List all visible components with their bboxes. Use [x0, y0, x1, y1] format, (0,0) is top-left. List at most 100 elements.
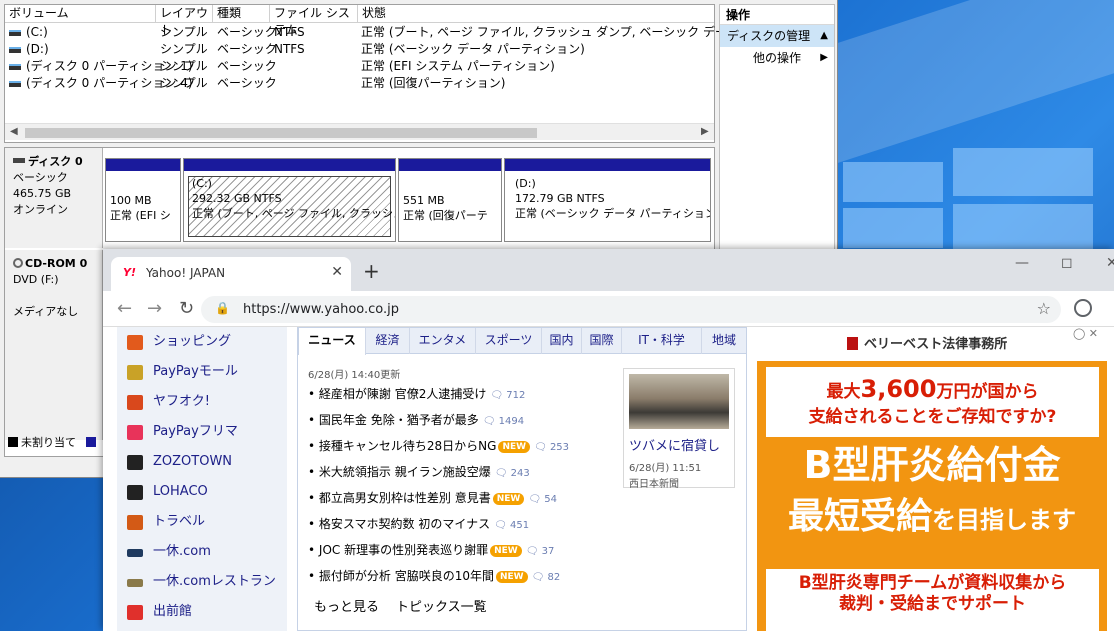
hammer-icon: [127, 395, 143, 410]
news-headline[interactable]: 振付師が分析 宮脇咲良の10年間: [319, 569, 494, 583]
bookmark-star-icon[interactable]: ☆: [1037, 299, 1051, 318]
close-icon[interactable]: ✕: [331, 264, 343, 280]
column-header-layout[interactable]: レイアウト: [156, 5, 213, 37]
back-icon[interactable]: ←: [117, 298, 132, 319]
news-headline[interactable]: 経産相が陳謝 官僚2人逮捕受け: [319, 387, 486, 401]
volume-list[interactable]: ボリューム レイアウト 種類 ファイル システム 状態 (C:) シンプル ベー…: [4, 4, 831, 143]
comment-count: 🗨 54: [528, 494, 557, 505]
news-panel: ニュース 経済 エンタメ スポーツ 国内 国際 IT・科学 地域 6/28(月)…: [297, 327, 747, 631]
service-yahuoku[interactable]: ヤフオク!: [117, 387, 287, 417]
column-header-filesystem[interactable]: ファイル システム: [270, 5, 358, 37]
table-row[interactable]: (ディスク 0 パーティション 4) シンプル ベーシック 正常 (回復パーティ…: [5, 75, 714, 92]
ad-text: 最大: [826, 382, 861, 402]
news-headline[interactable]: JOC 新理事の性別発表巡り謝罪: [319, 543, 488, 557]
disk-icon: [13, 158, 25, 163]
partition-c[interactable]: (C:) 292.32 GB NTFS 正常 (ブート, ページ ファイル, ク…: [183, 158, 396, 242]
disk-kind: ベーシック: [13, 171, 68, 184]
service-zozotown[interactable]: ZOZOTOWN: [117, 447, 287, 477]
ad-box-bottom: B型肝炎専門チームが資料収集から 裁判・受給までサポート: [766, 569, 1099, 631]
table-row[interactable]: (D:) シンプル ベーシック NTFS 正常 (ベーシック データ パーティシ…: [5, 41, 714, 58]
news-headline[interactable]: 国民年金 免除・猶予者が最多: [319, 413, 479, 427]
cdrom-label[interactable]: CD-ROM 0 DVD (F:) メディアなし: [5, 250, 103, 350]
tab-news[interactable]: ニュース: [298, 328, 366, 355]
tab-yahoo[interactable]: Y! Yahoo! JAPAN ✕: [111, 257, 351, 291]
news-item[interactable]: • 経産相が陳謝 官僚2人逮捕受け 🗨 712: [308, 385, 525, 403]
light-beam: [820, 0, 1114, 169]
collapse-up-icon[interactable]: ▲: [820, 25, 828, 47]
lock-icon[interactable]: 🔒: [215, 301, 230, 315]
comment-value: 712: [506, 390, 526, 401]
table-row[interactable]: (ディスク 0 パーティション 1) シンプル ベーシック 正常 (EFI シス…: [5, 58, 714, 75]
tab-domestic[interactable]: 国内: [542, 328, 582, 354]
service-list: ショッピング PayPayモール ヤフオク! PayPayフリマ ZOZOTOW…: [117, 327, 287, 631]
topics-list-link[interactable]: トピックス一覧: [396, 596, 487, 615]
partition-recovery[interactable]: 551 MB 正常 (回復パーテ: [398, 158, 502, 242]
news-headline[interactable]: 格安スマホ契約数 初のマイナス: [319, 517, 490, 531]
comment-count: 🗨 712: [490, 390, 526, 401]
horizontal-scrollbar[interactable]: ◀ ▶: [5, 123, 714, 140]
tab-international[interactable]: 国際: [582, 328, 622, 354]
service-paypayfurima[interactable]: PayPayフリマ: [117, 417, 287, 447]
tab-sports[interactable]: スポーツ: [476, 328, 542, 354]
ad-amount: 3,600: [860, 375, 937, 403]
column-header-type[interactable]: 種類: [213, 5, 270, 23]
minimize-icon[interactable]: —: [1015, 255, 1029, 271]
actions-pane: 操作 ディスクの管理 ▲ 他の操作 ▶: [719, 4, 835, 254]
maximize-icon[interactable]: ◻: [1061, 255, 1073, 271]
partition-efi[interactable]: 100 MB 正常 (EFI シ: [105, 158, 181, 242]
news-headline[interactable]: 米大統領指示 親イラン施設空爆: [319, 465, 491, 479]
tab-strip: Y! Yahoo! JAPAN ✕ + — ◻ ✕: [103, 249, 1114, 291]
news-item[interactable]: • 接種キャンセル待ち28日からNG NEW 🗨 253: [308, 437, 569, 455]
news-item[interactable]: • 国民年金 免除・猶予者が最多 🗨 1494: [308, 411, 524, 429]
column-header-status[interactable]: 状態: [358, 5, 714, 23]
address-bar[interactable]: 🔒 https://www.yahoo.co.jp ☆: [201, 296, 1061, 323]
service-demaekan[interactable]: 出前館: [117, 597, 287, 627]
news-item[interactable]: • 都立高男女別枠は性差別 意見書 NEW 🗨 54: [308, 489, 557, 507]
partition-status: 正常 (EFI シ: [110, 209, 171, 222]
service-paypaymall[interactable]: PayPayモール: [117, 357, 287, 387]
news-headline[interactable]: 都立高男女別枠は性差別 意見書: [319, 491, 491, 505]
topic-caption[interactable]: ツバメに宿貸し: [629, 435, 720, 454]
partition-bar: [106, 159, 180, 171]
reload-icon[interactable]: ↻: [179, 298, 194, 319]
service-shopping[interactable]: ショッピング: [117, 327, 287, 357]
tab-region[interactable]: 地域: [702, 328, 746, 354]
new-badge: NEW: [492, 493, 525, 505]
new-badge: NEW: [496, 571, 528, 583]
ad-choices-icon[interactable]: ◯ ✕: [1073, 327, 1098, 340]
scrollbar-thumb[interactable]: [25, 128, 537, 138]
tab-it-science[interactable]: IT・科学: [622, 328, 702, 354]
tab-title: Yahoo! JAPAN: [146, 266, 226, 280]
url-text[interactable]: https://www.yahoo.co.jp: [243, 302, 399, 317]
comment-count: 🗨 37: [525, 546, 555, 557]
more-link[interactable]: もっと見る: [314, 596, 379, 615]
service-travel[interactable]: トラベル: [117, 507, 287, 537]
action-other-operations[interactable]: 他の操作 ▶: [720, 47, 834, 69]
profile-icon[interactable]: [1074, 299, 1092, 317]
news-headline[interactable]: 接種キャンセル待ち28日からNG: [319, 439, 497, 453]
service-ikyu[interactable]: 一休.com: [117, 537, 287, 567]
news-item[interactable]: • JOC 新理事の性別発表巡り謝罪 NEW 🗨 37: [308, 541, 554, 559]
scroll-right-icon[interactable]: ▶: [701, 126, 709, 137]
tab-entertainment[interactable]: エンタメ: [410, 328, 476, 354]
window-close-icon[interactable]: ✕: [1106, 255, 1114, 271]
disk0-label[interactable]: ディスク 0 ベーシック 465.75 GB オンライン: [5, 148, 103, 248]
scroll-left-icon[interactable]: ◀: [10, 126, 18, 137]
advertisement[interactable]: ◯ ✕ ベリーベスト法律事務所 最大3,600万円が国から 支給されることをご存…: [757, 327, 1114, 631]
action-disk-management[interactable]: ディスクの管理 ▲: [720, 25, 834, 47]
topic-photo[interactable]: [629, 374, 729, 429]
forward-icon[interactable]: →: [147, 298, 162, 319]
column-header-volume[interactable]: ボリューム: [5, 5, 156, 23]
service-lohaco[interactable]: LOHACO: [117, 477, 287, 507]
new-tab-button[interactable]: +: [363, 259, 380, 283]
news-item[interactable]: • 振付師が分析 宮脇咲良の10年間 NEW 🗨 82: [308, 567, 560, 585]
news-item[interactable]: • 米大統領指示 親イラン施設空爆 🗨 243: [308, 463, 530, 481]
ad-creative[interactable]: 最大3,600万円が国から 支給されることをご存知ですか? B型肝炎給付金 最短…: [757, 361, 1107, 631]
table-row[interactable]: (C:) シンプル ベーシック NTFS 正常 (ブート, ページ ファイル, …: [5, 24, 831, 41]
news-item[interactable]: • 格安スマホ契約数 初のマイナス 🗨 451: [308, 515, 529, 533]
tab-economy[interactable]: 経済: [366, 328, 410, 354]
topic-card[interactable]: ツバメに宿貸し 6/28(月) 11:51 西日本新聞: [623, 368, 735, 490]
partition-d[interactable]: (D:) 172.79 GB NTFS 正常 (ベーシック データ パーティショ…: [504, 158, 711, 242]
service-ikyu-restaurant[interactable]: 一休.comレストラン: [117, 567, 287, 597]
ad-text: 万円が国から: [936, 382, 1039, 402]
